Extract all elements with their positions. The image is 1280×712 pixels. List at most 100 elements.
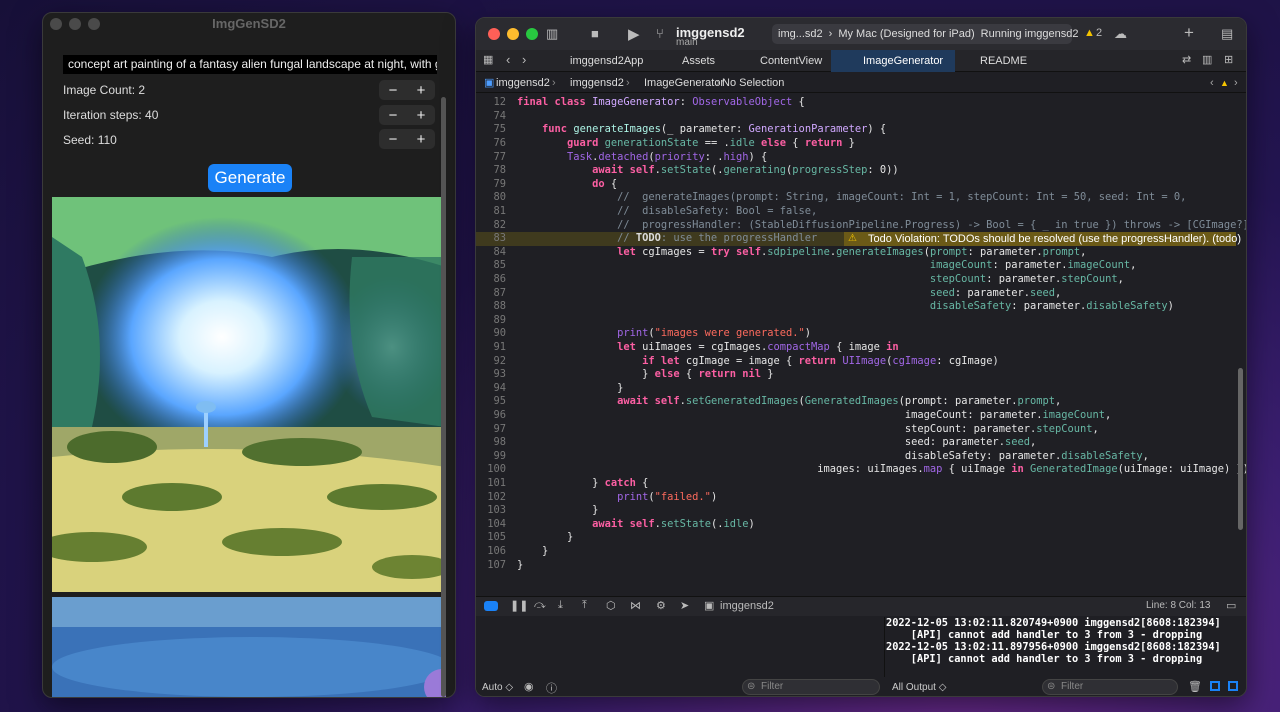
line-number: 99 bbox=[493, 450, 506, 462]
warning-icon[interactable]: ▲ bbox=[1084, 27, 1095, 39]
breadcrumb-item[interactable]: No Selection bbox=[722, 73, 784, 93]
inspector-toggle-icon[interactable]: ▤ bbox=[1221, 26, 1233, 42]
panel-icon[interactable]: ▭ bbox=[1226, 599, 1236, 612]
scrollbar[interactable] bbox=[441, 97, 446, 697]
cursor-position: Line: 8 Col: 13 bbox=[1146, 600, 1211, 611]
add-icon[interactable]: + bbox=[1184, 23, 1194, 43]
console-filter[interactable]: ⊜ Filter bbox=[1042, 679, 1178, 695]
destination-selector[interactable]: My Mac (Designed for iPad) bbox=[838, 28, 974, 40]
minimize-button[interactable] bbox=[69, 18, 81, 30]
debug-area-toggle[interactable] bbox=[484, 601, 498, 611]
forward-icon[interactable]: › bbox=[1234, 73, 1238, 93]
iteration-steps-stepper[interactable]: − + bbox=[379, 105, 435, 125]
editor-scrollbar[interactable] bbox=[1238, 368, 1243, 530]
window-controls[interactable] bbox=[488, 28, 538, 40]
tab-readme[interactable]: README bbox=[966, 50, 1046, 72]
window-controls[interactable] bbox=[50, 18, 100, 30]
step-in-icon[interactable]: ⤓ bbox=[558, 599, 563, 612]
line-number: 96 bbox=[493, 409, 506, 421]
tab-assets[interactable]: Assets bbox=[664, 50, 754, 72]
debug-bottom-bar: Auto ◇ ◉ ⓘ ⊜ Filter All Output ◇ ⊜ Filte… bbox=[476, 677, 1246, 696]
debug-target[interactable]: imggensd2 bbox=[720, 600, 774, 612]
increment-button[interactable]: + bbox=[407, 131, 435, 148]
editor-tabs: ▦ ‹ › imggensd2App Assets ContentView Im… bbox=[476, 50, 1246, 72]
generate-button[interactable]: Generate bbox=[208, 164, 292, 192]
breadcrumb-item[interactable]: imggensd2 bbox=[570, 73, 624, 93]
breadcrumb-item[interactable]: imggensd2 bbox=[496, 73, 550, 93]
line-number: 12 bbox=[493, 96, 506, 108]
memory-graph-icon[interactable]: ⋈ bbox=[630, 599, 641, 612]
zoom-button[interactable] bbox=[526, 28, 538, 40]
code-line: await self.setState(.generating(progress… bbox=[592, 164, 899, 176]
line-number: 105 bbox=[487, 531, 506, 543]
image-count-stepper[interactable]: − + bbox=[379, 80, 435, 100]
eye-icon[interactable]: ◉ bbox=[524, 680, 534, 693]
step-out-icon[interactable]: ⤒ bbox=[582, 599, 587, 612]
code-line: await self.setGeneratedImages(GeneratedI… bbox=[617, 395, 1062, 407]
pause-icon[interactable]: ❚❚ bbox=[510, 599, 528, 612]
console-output[interactable]: 2022-12-05 13:02:11.820749+0900 imggensd… bbox=[886, 617, 1246, 675]
back-icon[interactable]: ‹ bbox=[506, 52, 510, 67]
line-number: 75 bbox=[493, 123, 506, 135]
info-icon[interactable]: ⓘ bbox=[546, 680, 557, 696]
code-line: } bbox=[517, 545, 549, 557]
app-titlebar: ImgGenSD2 bbox=[43, 13, 455, 35]
cloud-icon[interactable]: ☁ bbox=[1114, 26, 1127, 42]
stop-icon[interactable]: ■ bbox=[591, 26, 599, 41]
variables-filter[interactable]: ⊜ Filter bbox=[742, 679, 880, 695]
grid-icon[interactable]: ▦ bbox=[483, 53, 493, 66]
increment-button[interactable]: + bbox=[407, 107, 435, 124]
output-selector[interactable]: All Output ◇ bbox=[892, 682, 946, 693]
code-line: seed: parameter.seed, bbox=[517, 436, 1037, 448]
tab-imggensd2app[interactable]: imggensd2App bbox=[552, 50, 652, 72]
decrement-button[interactable]: − bbox=[379, 131, 407, 148]
line-number: 83 bbox=[493, 232, 506, 244]
target-selector[interactable]: img...sd2 bbox=[778, 28, 823, 40]
forward-icon[interactable]: › bbox=[522, 52, 526, 67]
refresh-icon[interactable]: ⇄ bbox=[1182, 53, 1191, 66]
line-number: 104 bbox=[487, 518, 506, 530]
left-pane-icon[interactable] bbox=[1210, 681, 1220, 691]
seed-stepper[interactable]: − + bbox=[379, 129, 435, 149]
warning-icon[interactable]: ▲ bbox=[1220, 73, 1229, 93]
breadcrumb-item[interactable]: ImageGenerator bbox=[644, 73, 724, 93]
add-editor-icon[interactable]: ⊞ bbox=[1224, 53, 1233, 66]
source-editor[interactable]: Todo Violation: TODOs should be resolved… bbox=[476, 94, 1247, 594]
trash-icon[interactable]: 🗑 bbox=[1188, 680, 1202, 693]
increment-button[interactable]: + bbox=[407, 82, 435, 99]
project-icon: ▣ bbox=[484, 77, 495, 89]
tab-contentview[interactable]: ContentView bbox=[742, 50, 832, 72]
close-button[interactable] bbox=[488, 28, 500, 40]
sidebar-toggle-icon[interactable]: ▥ bbox=[546, 26, 558, 42]
location-icon[interactable]: ➤ bbox=[680, 599, 689, 612]
code-line: images: uiImages.map { uiImage in Genera… bbox=[517, 463, 1247, 475]
code-line: } bbox=[517, 504, 599, 516]
tab-imagegenerator[interactable]: ImageGenerator bbox=[831, 50, 955, 72]
code-line: let uiImages = cgImages.compactMap { ima… bbox=[617, 341, 899, 353]
warning-icon: ⚠ bbox=[848, 233, 857, 244]
decrement-button[interactable]: − bbox=[379, 82, 407, 99]
environment-icon[interactable]: ⚙ bbox=[656, 599, 666, 612]
code-line: } catch { bbox=[517, 477, 649, 489]
line-number: 81 bbox=[493, 205, 506, 217]
tab-label: ContentView bbox=[760, 55, 823, 67]
step-over-icon[interactable]: ⤼ bbox=[534, 599, 546, 612]
auto-selector[interactable]: Auto ◇ bbox=[482, 682, 513, 693]
generated-image bbox=[52, 197, 446, 592]
console-line: 2022-12-05 13:02:11.897956+0900 imggensd… bbox=[886, 641, 1221, 653]
decrement-button[interactable]: − bbox=[379, 107, 407, 124]
close-button[interactable] bbox=[50, 18, 62, 30]
right-pane-icon[interactable] bbox=[1228, 681, 1238, 691]
view-hierarchy-icon[interactable]: ⬡ bbox=[606, 599, 616, 612]
zoom-button[interactable] bbox=[88, 18, 100, 30]
code-line: disableSafety: parameter.disableSafety) bbox=[929, 300, 1174, 312]
line-number: 77 bbox=[493, 151, 506, 163]
run-icon[interactable]: ▶ bbox=[628, 25, 640, 43]
activity-status[interactable]: img...sd2 › My Mac (Designed for iPad) R… bbox=[772, 24, 1079, 44]
prompt-input[interactable]: concept art painting of a fantasy alien … bbox=[63, 55, 437, 74]
minimize-button[interactable] bbox=[507, 28, 519, 40]
split-icon[interactable]: ▥ bbox=[1202, 53, 1212, 66]
line-number: 101 bbox=[487, 477, 506, 489]
back-icon[interactable]: ‹ bbox=[1210, 73, 1214, 93]
todo-warning[interactable]: Todo Violation: TODOs should be resolved… bbox=[844, 232, 1241, 246]
